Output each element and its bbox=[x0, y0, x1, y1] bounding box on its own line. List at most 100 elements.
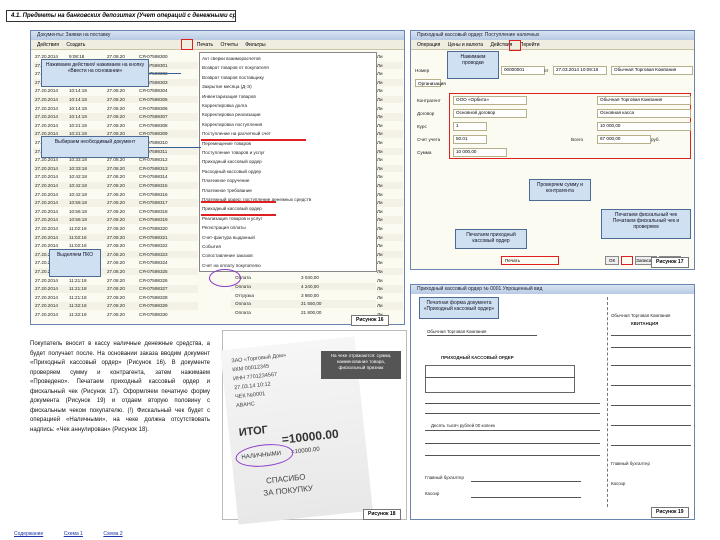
right-column-cell: Ли bbox=[377, 216, 403, 224]
amount-row[interactable]: Оплата 4 240,00 bbox=[231, 282, 376, 291]
table-cell-date2: 27.08.20 bbox=[107, 260, 125, 266]
menu-item[interactable]: Счет-фактура выданный bbox=[202, 234, 255, 241]
table-row[interactable]: 27.20.2014 11:02:18 27.08.20 СЯ-07598320 bbox=[33, 225, 198, 232]
menu-item[interactable]: Закрытие месяца (Д-Э) bbox=[202, 83, 252, 90]
menu-item[interactable]: Приходный кассовый ордер bbox=[202, 205, 262, 212]
right-column-cell: Ли bbox=[377, 164, 403, 173]
table-cell-time: 10:56:18 bbox=[69, 200, 87, 206]
menu-item[interactable]: Акт сверки взаиморасчетов bbox=[202, 55, 261, 62]
table-row[interactable]: 27.20.2014 10:14:18 27.08.20 СЯ-07598305 bbox=[33, 96, 198, 104]
table-row[interactable]: 27.20.2014 10:21:18 27.08.20 СЯ-07598308 bbox=[33, 122, 198, 129]
table-cell-time: 11:32:18 bbox=[69, 303, 87, 309]
amount-operation: Оплата bbox=[235, 301, 251, 307]
menu-item[interactable]: Возврат товаров от покупателя bbox=[202, 64, 269, 71]
sum-field-main[interactable]: 10 000,00 bbox=[597, 122, 691, 131]
postings-button[interactable] bbox=[509, 40, 521, 51]
toolbar-print[interactable]: Печать bbox=[197, 42, 213, 48]
table-row[interactable]: 27.20.2014 10:14:18 27.08.20 СЯ-07598304 bbox=[33, 87, 198, 94]
table-row[interactable]: 27.20.2014 11:32:18 27.08.20 СЯ-07598330 bbox=[33, 311, 198, 318]
menu-item[interactable]: Корректировка долга bbox=[202, 102, 247, 109]
ok-button[interactable]: ОК bbox=[605, 256, 619, 265]
right-column-cell: Ли bbox=[377, 208, 383, 214]
receipt-total-label: ИТОГ bbox=[238, 424, 269, 439]
menu-item[interactable]: Поступление на расчетный счет bbox=[202, 130, 271, 137]
menu-item[interactable]: Приходный кассовый ордер bbox=[202, 158, 262, 165]
table-row[interactable]: 27.20.2014 10:56:18 27.08.20 СЯ-07598319 bbox=[33, 216, 198, 224]
tab-main[interactable]: Организация bbox=[415, 79, 446, 87]
amount-row[interactable]: Отгрузка 3 860,00 bbox=[231, 292, 376, 299]
table-row[interactable]: 27.20.2014 10:42:18 27.08.20 СЯ-07598314 bbox=[33, 173, 198, 180]
form-receipt-accountant: Главный бухгалтер bbox=[611, 461, 650, 466]
menu-item[interactable]: Корректировка реализации bbox=[202, 111, 260, 118]
table-row[interactable]: 27.20.2014 10:42:18 27.08.20 СЯ-07598315 bbox=[33, 182, 198, 190]
menu-item[interactable]: События bbox=[202, 243, 221, 250]
table-row[interactable]: 27.20.2014 11:21:18 27.08.20 СЯ-07598327 bbox=[33, 285, 198, 293]
menu-item[interactable]: Регистрация оплаты bbox=[202, 224, 246, 231]
table-cell-num: СЯ-07598305 bbox=[139, 97, 168, 102]
actions-callout: Нажимаем действия/ нажимаем на кнопку «В… bbox=[41, 59, 149, 87]
number-field[interactable]: 00000001 bbox=[501, 66, 545, 75]
table-cell-num: СЯ-07598321 bbox=[139, 234, 168, 240]
table-row[interactable]: 27.20.2014 11:21:18 27.08.20 СЯ-07598326 bbox=[33, 277, 198, 284]
cash-field[interactable]: Основная касса bbox=[597, 109, 691, 118]
table-cell-num: СЯ-07598313 bbox=[139, 165, 168, 171]
form-accountant: Главный бухгалтер bbox=[425, 475, 464, 480]
menu-item[interactable]: Счет на оплату покупателю bbox=[202, 262, 261, 269]
toolbar-goto[interactable]: Перейти bbox=[520, 42, 540, 48]
total-field[interactable]: 67 000,00 bbox=[597, 135, 651, 144]
table-row[interactable]: 27.20.2014 10:42:18 27.08.20 СЯ-07598316 bbox=[33, 191, 198, 198]
menu-item[interactable]: Платежное требование bbox=[202, 187, 252, 194]
menu-item[interactable]: Перемещение товаров bbox=[202, 140, 251, 147]
amount-row[interactable]: Оплата 3 040,00 bbox=[231, 274, 376, 281]
table-cell-time: 10:33:18 bbox=[69, 165, 87, 171]
contract-field[interactable]: Основной договор bbox=[453, 109, 527, 118]
menu-item[interactable]: Инвентаризация товаров bbox=[202, 93, 256, 100]
menu-item[interactable]: Платежное поручение bbox=[202, 177, 249, 184]
table-cell-date2: 27.08.20 bbox=[107, 234, 125, 240]
rate-field[interactable]: 1 bbox=[453, 122, 487, 131]
menu-item[interactable]: Корректировка поступления bbox=[202, 121, 262, 128]
toolbar-reports[interactable]: Отчеты bbox=[221, 42, 238, 48]
counterparty-field[interactable]: ООО «Орбита» bbox=[453, 96, 527, 105]
menu-item[interactable]: Сопоставление заказов bbox=[202, 252, 253, 259]
receipt-mark-oval bbox=[234, 441, 295, 470]
sum-field[interactable]: 10 000,00 bbox=[453, 148, 507, 157]
table-row[interactable]: 27.20.2014 11:02:18 27.08.20 СЯ-07598321 bbox=[33, 233, 198, 241]
table-row[interactable]: 27.20.2014 10:33:18 27.08.20 СЯ-07598313 bbox=[33, 164, 198, 173]
print-fiscal-button[interactable] bbox=[621, 256, 633, 265]
menu-item[interactable]: Расходный кассовый ордер bbox=[202, 168, 261, 175]
menu-item[interactable]: Возврат товаров поставщику bbox=[202, 74, 264, 81]
table-row[interactable]: 27.20.2014 10:14:18 27.08.20 СЯ-07598306 bbox=[33, 105, 198, 112]
account-field[interactable]: 50.01 bbox=[453, 135, 487, 144]
table-cell-date2: 27.08.20 bbox=[107, 105, 125, 111]
toolbar-create[interactable]: Создать bbox=[66, 42, 85, 48]
org-field[interactable]: Обычная Торговая Компания bbox=[597, 96, 691, 105]
table-cell-num: СЯ-07598318 bbox=[139, 208, 168, 214]
date-field[interactable]: 27.03.2014 10:09:18 bbox=[553, 66, 607, 75]
toolbar-actions[interactable]: Действия bbox=[37, 42, 59, 48]
table-cell-date: 27.20.2014 bbox=[35, 174, 58, 180]
table-row[interactable]: 27.20.2014 10:56:18 27.08.20 СЯ-07598318 bbox=[33, 208, 198, 215]
table-row[interactable]: 27.20.2014 10:14:18 27.08.20 СЯ-07598307 bbox=[33, 113, 198, 121]
table-cell-num: СЯ-07598327 bbox=[139, 286, 168, 292]
print-pko-button[interactable]: Печать bbox=[501, 256, 559, 265]
table-row[interactable]: 27.20.2014 11:21:18 27.08.20 СЯ-07598328 bbox=[33, 294, 198, 301]
org-top-field[interactable]: Обычная Торговая Компания bbox=[611, 66, 693, 75]
table-row[interactable]: 27.20.2014 11:32:18 27.08.20 СЯ-07598329 bbox=[33, 302, 198, 310]
toolbar-operation[interactable]: Операция bbox=[417, 42, 440, 48]
print-pko-callout: Печатаем приходный кассовый ордер bbox=[455, 229, 527, 249]
create-based-on-menu: Акт сверки взаиморасчетов Возврат товаров… bbox=[199, 52, 377, 272]
table-cell-date: 27.20.2014 bbox=[35, 114, 58, 120]
table-cell-date2: 27.08.20 bbox=[107, 217, 125, 223]
toolbar-filters[interactable]: Фильтры bbox=[245, 42, 265, 48]
link-scheme-2[interactable]: Схема 2 bbox=[103, 531, 122, 537]
link-scheme-1[interactable]: Схема 1 bbox=[64, 531, 83, 537]
create-based-on-button[interactable] bbox=[181, 39, 193, 50]
menu-item[interactable]: Реализация товаров и услуг bbox=[202, 215, 262, 222]
amount-row[interactable]: Оплата 21 550,00 bbox=[231, 300, 376, 308]
table-row[interactable]: 27.20.2014 10:56:18 27.08.20 СЯ-07598317 bbox=[33, 199, 198, 207]
link-contents[interactable]: Содержание bbox=[14, 531, 43, 537]
menu-item[interactable]: Поступление товаров и услуг bbox=[202, 149, 265, 156]
amount-value: 4 240,00 bbox=[301, 283, 319, 289]
toolbar-prices[interactable]: Цены и валюта bbox=[448, 42, 483, 48]
